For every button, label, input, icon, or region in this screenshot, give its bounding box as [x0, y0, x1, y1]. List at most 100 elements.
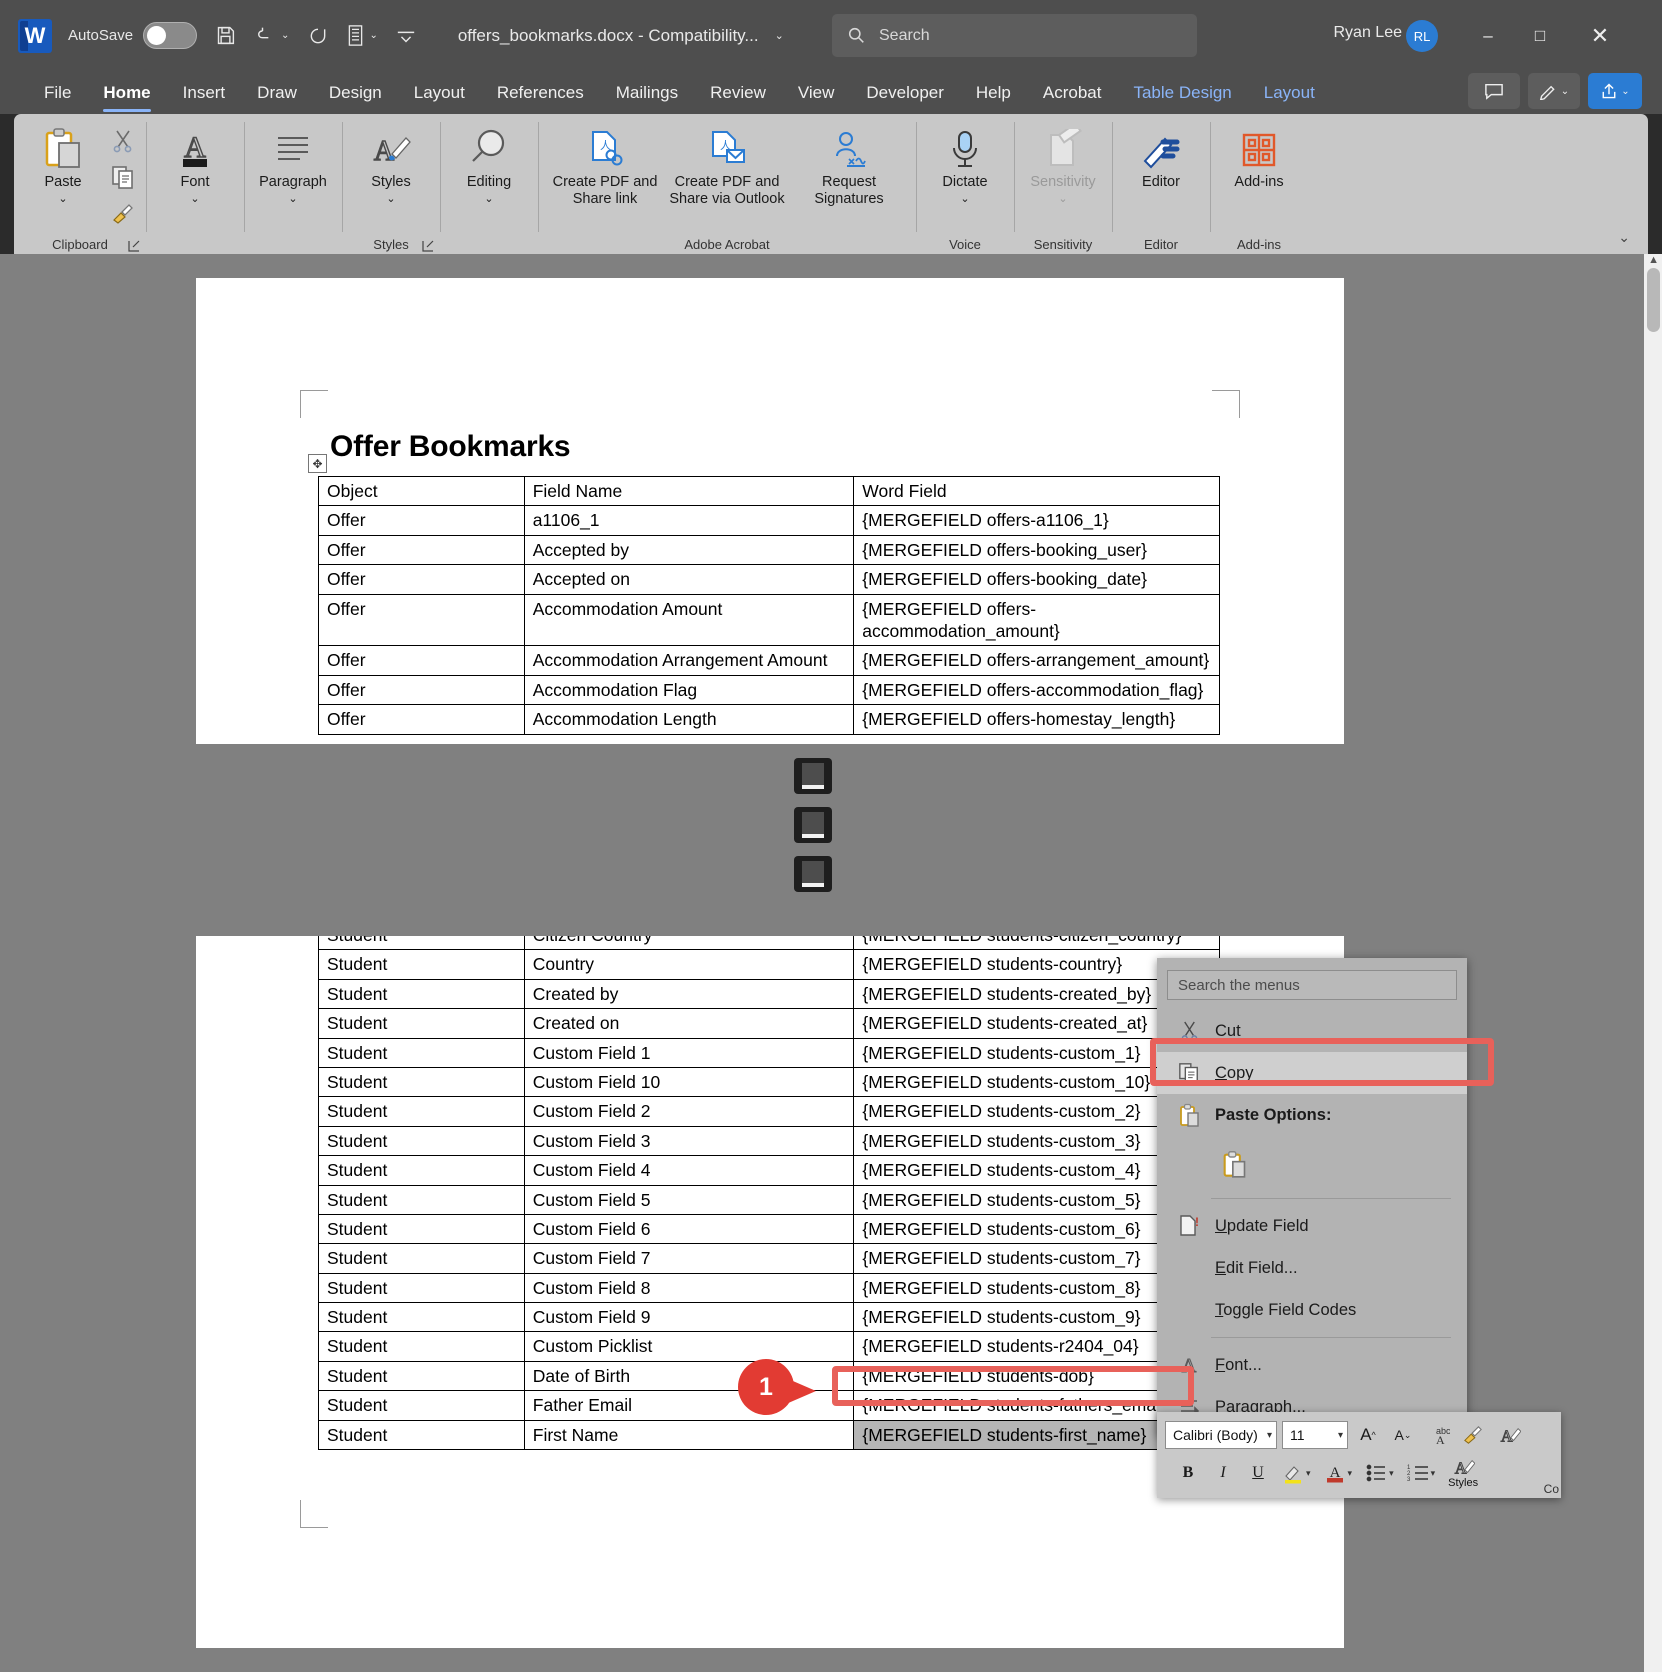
- table-cell[interactable]: First Name: [524, 1420, 854, 1449]
- customize-quick-access-icon[interactable]: [396, 28, 416, 44]
- table-cell[interactable]: Accepted on: [524, 565, 854, 594]
- request-signatures-button[interactable]: Request Signatures: [788, 120, 910, 208]
- table-cell[interactable]: {MERGEFIELD offers-homestay_length}: [854, 705, 1220, 734]
- font-name-select[interactable]: Calibri (Body) ▾: [1165, 1421, 1277, 1449]
- table-cell[interactable]: Accommodation Amount: [524, 594, 854, 646]
- table-cell[interactable]: Student: [319, 1185, 525, 1214]
- bold-button[interactable]: B: [1173, 1459, 1203, 1487]
- font-size-select[interactable]: 11 ▾: [1282, 1421, 1348, 1449]
- keep-source-formatting-icon[interactable]: [1217, 1147, 1251, 1181]
- numbering-icon[interactable]: 1 2 3: [1403, 1459, 1433, 1487]
- table-cell[interactable]: {MERGEFIELD offers-accommodation_flag}: [854, 675, 1220, 704]
- mini-toolbar[interactable]: Calibri (Body) ▾ 11 ▾ A^ A⌄ abcA A: [1157, 1412, 1561, 1498]
- table-row[interactable]: StudentFirst Name{MERGEFIELD students-fi…: [319, 1420, 1220, 1449]
- font-color-control[interactable]: A ▾: [1320, 1459, 1357, 1487]
- maximize-button[interactable]: □: [1518, 20, 1562, 52]
- tab-review[interactable]: Review: [694, 71, 782, 114]
- table-row[interactable]: StudentCustom Picklist{MERGEFIELD studen…: [319, 1332, 1220, 1361]
- table-row[interactable]: StudentCustom Field 4{MERGEFIELD student…: [319, 1156, 1220, 1185]
- table-cell[interactable]: Created on: [524, 1009, 854, 1038]
- table-cell[interactable]: Custom Field 1: [524, 1038, 854, 1067]
- styles-button[interactable]: A Styles ⌄: [348, 120, 434, 206]
- save-icon[interactable]: [215, 25, 236, 46]
- tab-developer[interactable]: Developer: [850, 71, 960, 114]
- table-cell[interactable]: {MERGEFIELD offers-arrangement_amount}: [854, 646, 1220, 675]
- table-row[interactable]: OfferAccommodation Flag{MERGEFIELD offer…: [319, 675, 1220, 704]
- table-cell[interactable]: Offer: [319, 565, 525, 594]
- table-cell[interactable]: Custom Field 10: [524, 1067, 854, 1096]
- table-cell[interactable]: Student: [319, 1332, 525, 1361]
- comments-button[interactable]: [1468, 73, 1520, 109]
- table-row[interactable]: StudentCustom Field 7{MERGEFIELD student…: [319, 1244, 1220, 1273]
- chevron-down-icon[interactable]: ⌄: [58, 193, 67, 206]
- table-cell[interactable]: Student: [319, 1273, 525, 1302]
- table-cell[interactable]: {MERGEFIELD offers-accommodation_amount}: [854, 594, 1220, 646]
- scroll-up-arrow[interactable]: ▲: [1648, 254, 1659, 266]
- avatar[interactable]: RL: [1406, 20, 1438, 52]
- table-cell[interactable]: Accommodation Flag: [524, 675, 854, 704]
- underline-button[interactable]: U: [1243, 1459, 1273, 1487]
- paragraph-button[interactable]: Paragraph ⌄: [250, 120, 336, 206]
- table-cell[interactable]: Offer: [319, 594, 525, 646]
- table-cell[interactable]: Student: [319, 1126, 525, 1155]
- tab-design[interactable]: Design: [313, 71, 398, 114]
- paste-button[interactable]: Paste ⌄: [20, 120, 106, 206]
- table-cell[interactable]: Accommodation Arrangement Amount: [524, 646, 854, 675]
- highlight-control[interactable]: ▾: [1278, 1459, 1315, 1487]
- quick-print-icon[interactable]: [347, 25, 364, 46]
- table-cell[interactable]: Student: [319, 936, 525, 950]
- bullets-icon[interactable]: [1361, 1459, 1391, 1487]
- table-row[interactable]: StudentCustom Field 8{MERGEFIELD student…: [319, 1273, 1220, 1302]
- table-cell[interactable]: Student: [319, 1156, 525, 1185]
- table-cell[interactable]: Custom Field 8: [524, 1273, 854, 1302]
- chevron-down-icon[interactable]: ▾: [1306, 1468, 1315, 1479]
- sensitivity-button[interactable]: Sensitivity ⌄: [1020, 120, 1106, 206]
- scrollbar-thumb[interactable]: [1647, 268, 1660, 332]
- title-dropdown-caret[interactable]: ⌄: [775, 29, 784, 42]
- table-cell[interactable]: {MERGEFIELD students-citizen_country}: [854, 936, 1220, 950]
- tab-insert[interactable]: Insert: [167, 71, 242, 114]
- table-row[interactable]: OfferAccommodation Arrangement Amount{ME…: [319, 646, 1220, 675]
- table-cell[interactable]: Custom Field 5: [524, 1185, 854, 1214]
- table-row[interactable]: StudentCitizen Country{MERGEFIELD studen…: [319, 936, 1220, 950]
- table-cell[interactable]: Student: [319, 979, 525, 1008]
- tab-file[interactable]: File: [28, 71, 87, 114]
- table-cell[interactable]: {MERGEFIELD offers-booking_date}: [854, 565, 1220, 594]
- table-cell[interactable]: Offer: [319, 675, 525, 704]
- font-button[interactable]: A Font ⌄: [152, 120, 238, 206]
- table-row[interactable]: StudentCustom Field 3{MERGEFIELD student…: [319, 1126, 1220, 1155]
- close-button[interactable]: ✕: [1578, 20, 1622, 52]
- context-menu-item-update-field[interactable]: ! Update Field: [1157, 1205, 1467, 1247]
- addins-button[interactable]: Add-ins: [1216, 120, 1302, 191]
- table-cell[interactable]: {MERGEFIELD offers-a1106_1}: [854, 506, 1220, 535]
- tab-references[interactable]: References: [481, 71, 600, 114]
- table-cell[interactable]: Student: [319, 1038, 525, 1067]
- table-cell[interactable]: Created by: [524, 979, 854, 1008]
- table-cell[interactable]: Custom Field 6: [524, 1214, 854, 1243]
- undo-icon[interactable]: [254, 26, 276, 46]
- table-cell[interactable]: Student: [319, 1244, 525, 1273]
- search-the-menus-input[interactable]: Search the menus: [1167, 970, 1457, 1000]
- grow-font-button[interactable]: A^: [1353, 1421, 1383, 1449]
- table-cell[interactable]: Student: [319, 1391, 525, 1420]
- table-cell[interactable]: Custom Field 9: [524, 1303, 854, 1332]
- cut-icon[interactable]: [106, 128, 140, 154]
- table-row[interactable]: StudentCustom Field 6{MERGEFIELD student…: [319, 1214, 1220, 1243]
- chevron-down-icon[interactable]: ⌄: [484, 193, 493, 206]
- table-cell[interactable]: Custom Picklist: [524, 1332, 854, 1361]
- chevron-down-icon[interactable]: ⌄: [386, 193, 395, 206]
- table-row[interactable]: StudentCustom Field 9{MERGEFIELD student…: [319, 1303, 1220, 1332]
- chevron-down-icon[interactable]: ⌄: [960, 193, 969, 206]
- table-row[interactable]: StudentCustom Field 10{MERGEFIELD studen…: [319, 1067, 1220, 1096]
- editor-button[interactable]: Editor: [1118, 120, 1204, 191]
- tab-layout[interactable]: Layout: [1248, 71, 1331, 114]
- numbering-control[interactable]: 1 2 3 ▾: [1403, 1459, 1440, 1487]
- chevron-down-icon[interactable]: ▾: [1389, 1468, 1398, 1479]
- tab-view[interactable]: View: [782, 71, 851, 114]
- table-cell[interactable]: Student: [319, 1303, 525, 1332]
- redo-icon[interactable]: [307, 26, 329, 46]
- editing-button[interactable]: Editing ⌄: [446, 120, 532, 206]
- table-cell[interactable]: Student: [319, 1067, 525, 1096]
- table-row[interactable]: OfferAccommodation Amount{MERGEFIELD off…: [319, 594, 1220, 646]
- context-menu-item-copy[interactable]: Copy: [1157, 1052, 1467, 1094]
